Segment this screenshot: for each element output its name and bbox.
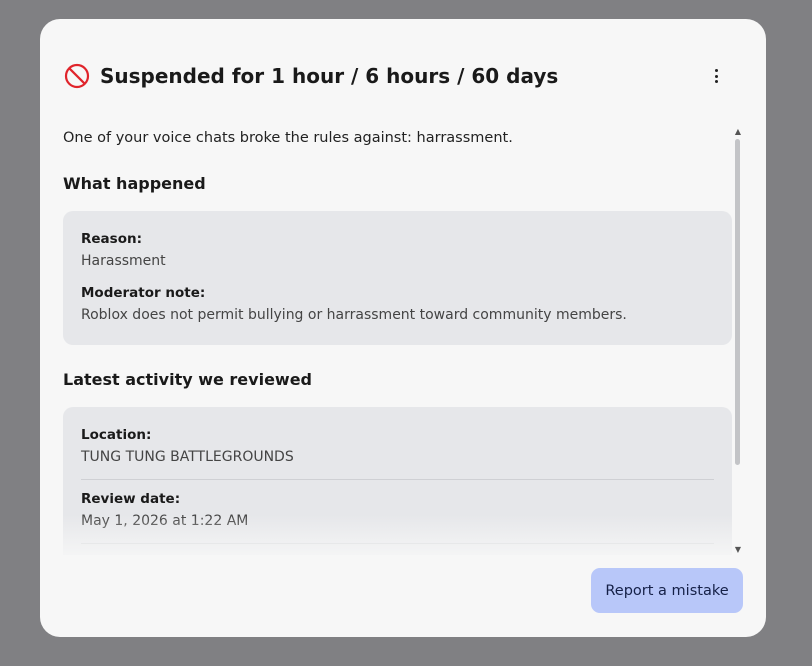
vertical-scrollbar[interactable]: ▲ ▼: [733, 127, 743, 554]
review-date-value: May 1, 2026 at 1:22 AM: [81, 513, 249, 529]
scroll-down-icon[interactable]: ▼: [733, 545, 743, 555]
location-value: TUNG TUNG BATTLEGROUNDS: [81, 449, 294, 465]
dialog-body[interactable]: One of your voice chats broke the rules …: [63, 125, 732, 555]
location-label: Location:: [81, 427, 152, 443]
violation-summary: One of your voice chats broke the rules …: [63, 130, 513, 146]
more-options-icon[interactable]: [708, 65, 724, 87]
reason-value: Harassment: [81, 253, 166, 269]
latest-activity-card: Location: TUNG TUNG BATTLEGROUNDS Review…: [63, 407, 732, 555]
scroll-up-icon[interactable]: ▲: [733, 127, 743, 137]
card-divider: [81, 479, 714, 480]
ban-icon: [64, 63, 90, 89]
dialog-title: Suspended for 1 hour / 6 hours / 60 days: [100, 64, 559, 88]
latest-activity-heading: Latest activity we reviewed: [63, 370, 313, 389]
moderator-note-label: Moderator note:: [81, 285, 206, 301]
what-happened-heading: What happened: [63, 174, 206, 193]
suspension-dialog: Suspended for 1 hour / 6 hours / 60 days…: [40, 19, 766, 637]
review-date-label: Review date:: [81, 491, 181, 507]
what-happened-card: Reason: Harassment Moderator note: Roblo…: [63, 211, 732, 345]
dialog-header: Suspended for 1 hour / 6 hours / 60 days: [64, 63, 736, 89]
reason-label: Reason:: [81, 231, 142, 247]
scrollbar-thumb[interactable]: [735, 139, 740, 465]
report-mistake-button[interactable]: Report a mistake: [591, 568, 743, 613]
moderator-note-value: Roblox does not permit bullying or harra…: [81, 307, 627, 323]
card-divider: [81, 543, 714, 544]
